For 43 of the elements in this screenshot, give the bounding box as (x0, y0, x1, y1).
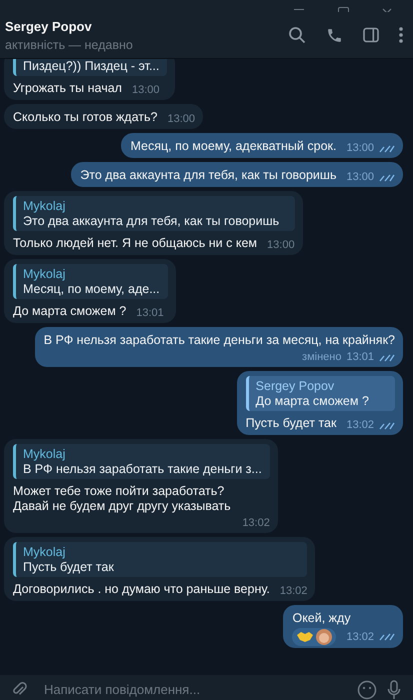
message-text: В РФ нельзя заработать такие деньги за месяц, на крайняк? (44, 332, 395, 348)
emoji-icon[interactable] (357, 680, 377, 700)
contact-status: активність — недавно (5, 38, 134, 52)
message-text: До марта сможем ? (13, 303, 126, 319)
message-text: Может тебе тоже пойти заработать? Давай не будем друг другу указывать (13, 483, 232, 514)
message-text: Угрожать ты начал (13, 80, 122, 96)
microphone-icon[interactable] (387, 680, 401, 700)
message-text: Это два аккаунта для тебя, как ты говоришь (80, 167, 336, 183)
reply-author: Mykolaj (23, 267, 66, 282)
message-time: 13:02 (346, 418, 374, 433)
sidebar-icon[interactable] (363, 27, 379, 43)
reply-author: Mykolaj (23, 545, 66, 560)
edited-label: змінено (302, 350, 342, 365)
message-time: 13:00 (267, 238, 295, 253)
reply-author: Sergey Popov (256, 379, 336, 394)
message-time: 13:00 (346, 170, 374, 185)
reply-author: Mykolaj (23, 447, 66, 462)
message-time: 13:00 (346, 141, 374, 156)
reply-text: Месяц, по моему, аде... (23, 282, 160, 297)
message-time: 13:00 (167, 112, 196, 127)
reply-text: Это два аккаунта для тебя, как ты говоришь (23, 214, 280, 229)
avatar (316, 629, 332, 645)
message-text: Сколько ты готов ждать? (13, 109, 158, 125)
contact-name: Sergey Popov (5, 18, 93, 34)
message-time: 13:02 (346, 630, 374, 644)
reply-author: Mykolaj (23, 199, 66, 214)
reply-text: Пиздец?)) Пиздец - эт... (23, 59, 160, 74)
phone-icon[interactable] (326, 26, 343, 44)
message-text: Окей, жду (292, 610, 352, 626)
message-time: 13:02 (280, 584, 308, 599)
message-time: 13:02 (242, 516, 270, 531)
message-time: 13:00 (132, 83, 160, 98)
reply-text: До марта сможем ? (256, 394, 370, 409)
message-text: Пусть будет так (246, 415, 336, 431)
message-time: 13:01 (136, 306, 164, 321)
message-time: 13:01 (346, 350, 374, 365)
reply-text: В РФ нельзя заработать такие деньги з... (23, 462, 262, 477)
reply-text: Пусть будет так (23, 560, 115, 575)
message-text: Только людей нет. Я не общаюсь ни с кем (13, 235, 258, 251)
search-icon[interactable] (288, 26, 306, 44)
message-text: Договорились . но думаю что раньше верну. (13, 581, 270, 597)
more-icon[interactable] (399, 27, 403, 43)
message-text: Месяц, по моему, адекватный срок. (130, 138, 336, 154)
